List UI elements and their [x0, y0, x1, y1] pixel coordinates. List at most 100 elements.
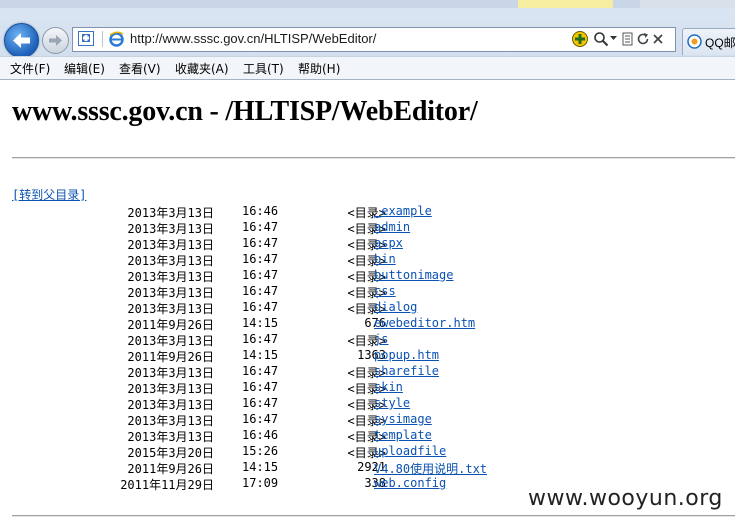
- forward-arrow-icon: [49, 35, 62, 46]
- entry-time: 16:47: [242, 332, 279, 346]
- entry-date: 2013年3月13日: [127, 238, 214, 252]
- entry-time: 16:47: [242, 252, 279, 266]
- entry-time: 16:47: [242, 300, 279, 314]
- ie-page-icon: [109, 31, 124, 47]
- list-item: 2015年3月20日 15:26 <目录> uploadfile: [12, 444, 552, 460]
- entry-link[interactable]: ewebeditor.htm: [374, 316, 475, 330]
- entry-link[interactable]: popup.htm: [374, 348, 439, 362]
- entry-time: 16:47: [242, 284, 279, 298]
- search-icon[interactable]: [593, 31, 609, 47]
- entry-time: 15:26: [242, 444, 279, 458]
- list-item: 2013年3月13日 16:47 <目录> dialog: [12, 300, 552, 316]
- list-item: 2013年3月13日 16:47 <目录> admin: [12, 220, 552, 236]
- entry-time: 16:47: [242, 268, 279, 282]
- qq-mail-icon: [687, 34, 702, 49]
- address-separator: [102, 31, 103, 47]
- notification-strip: [518, 0, 613, 8]
- list-item: 2011年11月29日 17:09 338 web.config: [12, 476, 552, 492]
- entry-link[interactable]: bin: [374, 252, 396, 266]
- list-item: 2013年3月13日 16:46 <目录> template: [12, 428, 552, 444]
- entry-time: 16:47: [242, 396, 279, 410]
- entry-date: 2013年3月13日: [127, 366, 214, 380]
- entry-date: 2011年9月26日: [127, 318, 214, 332]
- tab-label: QQ邮: [705, 36, 735, 50]
- entry-date: 2013年3月13日: [127, 382, 214, 396]
- back-button[interactable]: [4, 23, 39, 58]
- parent-directory-link[interactable]: [转到父目录]: [12, 186, 86, 203]
- entry-link[interactable]: template: [374, 428, 432, 442]
- entry-link[interactable]: css: [374, 284, 396, 298]
- entry-date: 2013年3月13日: [127, 254, 214, 268]
- entry-time: 14:15: [242, 460, 279, 474]
- top-divider: [12, 157, 735, 159]
- window-controls-strip: [640, 0, 735, 8]
- menu-file[interactable]: 文件(F): [10, 60, 50, 77]
- forward-button[interactable]: [42, 27, 69, 54]
- address-url[interactable]: http://www.sssc.gov.cn/HLTISP/WebEditor/: [130, 31, 376, 46]
- stop-icon[interactable]: [652, 33, 664, 45]
- title-bar: [0, 0, 735, 8]
- entry-time: 14:15: [242, 348, 279, 362]
- entry-date: 2011年9月26日: [127, 462, 214, 476]
- chevron-down-icon[interactable]: [610, 36, 617, 41]
- menu-favorites[interactable]: 收藏夹(A): [175, 60, 229, 77]
- bottom-divider: [12, 515, 735, 517]
- menu-edit[interactable]: 编辑(E): [64, 60, 105, 77]
- entry-link[interactable]: buttonimage: [374, 268, 453, 282]
- list-item: 2011年9月26日 14:15 676 ewebeditor.htm: [12, 316, 552, 332]
- list-item: 2011年9月26日 14:15 2921 V4.80使用说明.txt: [12, 460, 552, 476]
- list-item: 2011年9月26日 14:15 1363 popup.htm: [12, 348, 552, 364]
- entry-time: 14:15: [242, 316, 279, 330]
- entry-link[interactable]: V4.80使用说明.txt: [374, 460, 487, 477]
- entry-date: 2013年3月13日: [127, 430, 214, 444]
- entry-link[interactable]: aspx: [374, 236, 403, 250]
- entry-date: 2011年9月26日: [127, 350, 214, 364]
- menu-tools[interactable]: 工具(T): [243, 60, 284, 77]
- list-item: 2013年3月13日 16:46 <目录> _example: [12, 204, 552, 220]
- address-bar[interactable]: http://www.sssc.gov.cn/HLTISP/WebEditor/: [72, 27, 676, 52]
- back-arrow-icon: [13, 33, 30, 48]
- entry-link[interactable]: web.config: [374, 476, 446, 490]
- entry-link[interactable]: sysimage: [374, 412, 432, 426]
- entry-date: 2013年3月13日: [127, 270, 214, 284]
- entry-link[interactable]: dialog: [374, 300, 417, 314]
- entry-time: 17:09: [242, 476, 279, 490]
- entry-link[interactable]: uploadfile: [374, 444, 446, 458]
- entry-link[interactable]: admin: [374, 220, 410, 234]
- entry-time: 16:47: [242, 220, 279, 234]
- entry-date: 2013年3月13日: [127, 222, 214, 236]
- entry-link[interactable]: style: [374, 396, 410, 410]
- menu-help[interactable]: 帮助(H): [298, 60, 340, 77]
- entry-date: 2013年3月13日: [127, 334, 214, 348]
- page-doc-icon[interactable]: [621, 32, 635, 46]
- menu-bar: 文件(F) 编辑(E) 查看(V) 收藏夹(A) 工具(T) 帮助(H): [0, 56, 735, 80]
- list-item: 2013年3月13日 16:47 <目录> bin: [12, 252, 552, 268]
- list-item: 2013年3月13日 16:47 <目录> js: [12, 332, 552, 348]
- entry-date: 2011年11月29日: [120, 478, 214, 492]
- page-title: www.sssc.gov.cn - /HLTISP/WebEditor/: [12, 96, 478, 127]
- addon-plus-icon[interactable]: [571, 30, 589, 48]
- entry-date: 2013年3月13日: [127, 302, 214, 316]
- entry-date: 2013年3月13日: [127, 286, 214, 300]
- browser-chrome: http://www.sssc.gov.cn/HLTISP/WebEditor/: [0, 0, 735, 80]
- entry-link[interactable]: js: [374, 332, 388, 346]
- entry-link[interactable]: skin: [374, 380, 403, 394]
- list-item: 2013年3月13日 16:47 <目录> aspx: [12, 236, 552, 252]
- entry-date: 2013年3月13日: [127, 414, 214, 428]
- refresh-icon[interactable]: [636, 32, 650, 46]
- watermark: www.wooyun.org: [528, 486, 723, 511]
- entry-time: 16:47: [242, 412, 279, 426]
- entry-date: 2013年3月13日: [127, 206, 214, 220]
- entry-time: 16:47: [242, 236, 279, 250]
- entry-time: 16:46: [242, 204, 279, 218]
- entry-time: 16:46: [242, 428, 279, 442]
- entry-link[interactable]: sharefile: [374, 364, 439, 378]
- menu-view[interactable]: 查看(V): [119, 60, 161, 77]
- entry-link[interactable]: _example: [374, 204, 432, 218]
- compatibility-view-icon[interactable]: [78, 31, 94, 46]
- browser-tab[interactable]: QQ邮: [682, 28, 735, 55]
- list-item: 2013年3月13日 16:47 <目录> style: [12, 396, 552, 412]
- entry-date: 2013年3月13日: [127, 398, 214, 412]
- entry-time: 16:47: [242, 364, 279, 378]
- entry-date: 2015年3月20日: [127, 446, 214, 460]
